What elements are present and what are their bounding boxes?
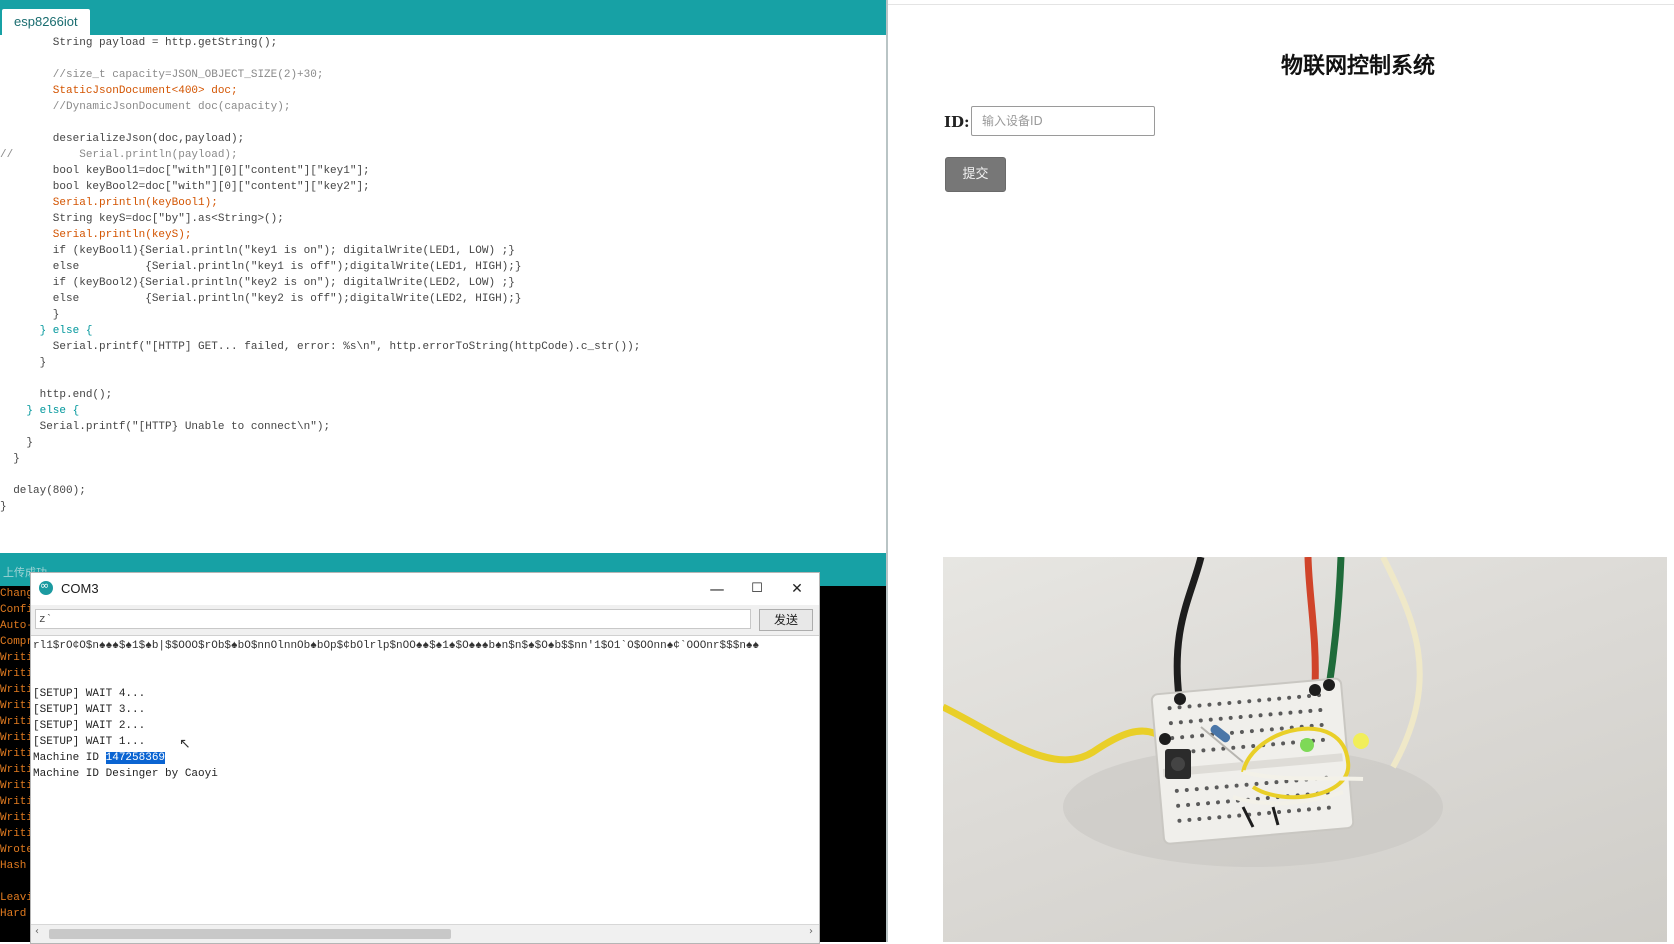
console-line: Writi: [0, 748, 34, 760]
code-line: } else {: [0, 325, 93, 337]
machine-id-prefix: Machine ID: [33, 752, 106, 764]
scroll-left-icon[interactable]: ‹: [35, 926, 39, 937]
serial-designer-line: Machine ID Desinger by Caoyi: [33, 768, 218, 780]
code-line: }: [0, 357, 47, 369]
breadboard-camera-photo: [943, 557, 1667, 942]
code-editor[interactable]: String payload = http.getString(); //siz…: [0, 35, 888, 553]
console-line: Writi: [0, 780, 34, 792]
page-top-divider: [888, 4, 1674, 5]
console-line: Writi: [0, 716, 34, 728]
close-icon[interactable]: ✕: [779, 577, 815, 601]
submit-button[interactable]: 提交: [945, 157, 1006, 192]
code-line: else {Serial.println("key2 is off");digi…: [0, 293, 522, 305]
maximize-icon[interactable]: ☐: [739, 577, 775, 601]
serial-machine-id-line: Machine ID 147258369: [33, 750, 166, 767]
serial-line: [SETUP] WAIT 3...: [33, 704, 146, 716]
console-line: Compr: [0, 636, 34, 648]
minimize-icon[interactable]: —: [699, 577, 735, 601]
serial-line: [SETUP] WAIT 2...: [33, 720, 146, 732]
editor-tab-bar: esp8266iot: [0, 0, 888, 35]
code-line: } else {: [0, 405, 80, 417]
code-line: }: [0, 501, 7, 513]
code-line: }: [0, 453, 20, 465]
web-control-page: 物联网控制系统 ID: 提交: [888, 0, 1674, 942]
serial-title-bar[interactable]: COM3 — ☐ ✕: [31, 573, 819, 605]
console-line: Writi: [0, 796, 34, 808]
code-line: deserializeJson(doc,payload);: [0, 133, 245, 145]
breadboard-circuit-illustration: [943, 557, 1443, 867]
console-line: Chang: [0, 588, 34, 600]
scrollbar-thumb[interactable]: [49, 929, 451, 939]
code-line: if (keyBool1){Serial.println("key1 is on…: [0, 245, 515, 257]
code-line: StaticJsonDocument<400> doc;: [0, 85, 238, 97]
console-line: Hash: [0, 860, 34, 872]
mouse-cursor-icon: ↖: [179, 736, 191, 752]
send-button[interactable]: 发送: [759, 609, 813, 631]
code-line: Serial.printf("[HTTP] GET... failed, err…: [0, 341, 641, 353]
arduino-logo-icon: [39, 579, 53, 595]
serial-monitor-window: COM3 — ☐ ✕ z` 发送 rl1$rO¢O$n♠♠♠$♠1$♠b|$$O…: [30, 572, 820, 944]
code-line: String payload = http.getString();: [0, 37, 278, 49]
serial-output-area[interactable]: rl1$rO¢O$n♠♠♠$♠1$♠b|$$OOO$rOb$♠bO$nnOlnn…: [31, 635, 819, 924]
console-line: Writi: [0, 812, 34, 824]
code-line: Serial.println(keyS);: [0, 229, 192, 241]
page-title: 物联网控制系统: [1280, 54, 1435, 79]
code-line: Serial.printf("[HTTP} Unable to connect\…: [0, 421, 331, 433]
scroll-right-icon[interactable]: ›: [809, 926, 813, 937]
console-line: Writi: [0, 764, 34, 776]
horizontal-scrollbar[interactable]: ‹ ›: [31, 924, 819, 943]
serial-garbled-line: rl1$rO¢O$n♠♠♠$♠1$♠b|$$OOO$rOb$♠bO$nnOlnn…: [33, 640, 760, 652]
code-line: if (keyBool2){Serial.println("key2 is on…: [0, 277, 515, 289]
code-line: else {Serial.println("key1 is off");digi…: [0, 261, 522, 273]
console-line: Writi: [0, 652, 34, 664]
code-line: String keyS=doc["by"].as<String>();: [0, 213, 284, 225]
sketch-tab[interactable]: esp8266iot: [2, 9, 90, 35]
code-line: //size_t capacity=JSON_OBJECT_SIZE(2)+30…: [0, 69, 324, 81]
serial-line: [SETUP] WAIT 1...: [33, 736, 146, 748]
console-line: Confi: [0, 604, 34, 616]
code-line: // Serial.println(payload);: [0, 149, 238, 161]
console-line: Writi: [0, 828, 34, 840]
device-id-input[interactable]: [971, 106, 1155, 136]
console-line: Wrote: [0, 844, 34, 856]
code-line: //DynamicJsonDocument doc(capacity);: [0, 101, 291, 113]
code-line: bool keyBool1=doc["with"][0]["content"][…: [0, 165, 370, 177]
console-line: Writi: [0, 684, 34, 696]
serial-send-input[interactable]: z`: [35, 609, 751, 629]
console-line: Writi: [0, 700, 34, 712]
console-line: Auto-: [0, 620, 34, 632]
code-line: }: [0, 309, 60, 321]
console-line: Leavi: [0, 892, 34, 904]
code-line: delay(800);: [0, 485, 86, 497]
code-line: Serial.println(keyBool1);: [0, 197, 218, 209]
serial-line: [SETUP] WAIT 4...: [33, 688, 146, 700]
code-line: http.end();: [0, 389, 113, 401]
code-line: bool keyBool2=doc["with"][0]["content"][…: [0, 181, 370, 193]
console-line: Writi: [0, 668, 34, 680]
console-line: Writi: [0, 732, 34, 744]
console-line: Hard: [0, 908, 34, 920]
machine-id-selected[interactable]: 147258369: [105, 752, 166, 764]
serial-port-title: COM3: [61, 581, 99, 596]
id-label: ID:: [944, 113, 970, 131]
code-line: }: [0, 437, 34, 449]
